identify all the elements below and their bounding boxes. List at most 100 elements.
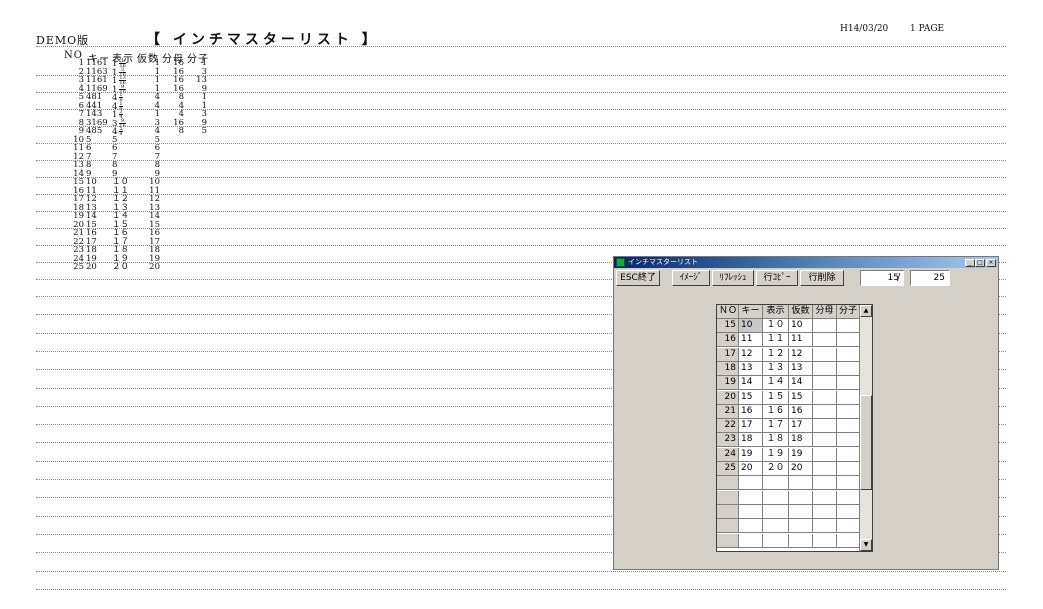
grid-row[interactable] bbox=[717, 476, 860, 491]
grid-row[interactable]: 23 18 １８ 18 bbox=[717, 433, 860, 448]
grid-cell-no[interactable]: 23 bbox=[717, 433, 739, 448]
grid-cell-key[interactable] bbox=[739, 533, 763, 548]
grid-cell-no[interactable]: 20 bbox=[717, 390, 739, 405]
grid-header-display[interactable]: 表示 bbox=[763, 305, 789, 319]
grid-cell-mantissa[interactable]: 18 bbox=[789, 433, 813, 448]
grid-cell-numerator[interactable] bbox=[837, 390, 860, 405]
maximize-icon[interactable]: □ bbox=[975, 259, 985, 267]
grid-cell-display[interactable]: １８ bbox=[763, 433, 789, 448]
grid-cell-no[interactable] bbox=[717, 533, 739, 548]
grid-cell-mantissa[interactable] bbox=[789, 476, 813, 491]
grid-cell-mantissa[interactable] bbox=[789, 533, 813, 548]
grid-header-no[interactable]: ＮＯ bbox=[717, 305, 739, 319]
grid-cell-mantissa[interactable]: 13 bbox=[789, 361, 813, 376]
grid-cell-key[interactable]: 10 bbox=[739, 319, 763, 333]
grid-row[interactable] bbox=[717, 504, 860, 519]
grid-cell-display[interactable]: １２ bbox=[763, 347, 789, 362]
grid-cell-denominator[interactable] bbox=[813, 347, 837, 362]
grid-cell-denominator[interactable] bbox=[813, 390, 837, 405]
grid-row[interactable]: 22 17 １７ 17 bbox=[717, 419, 860, 434]
copy-row-button[interactable]: 行ｺﾋﾟｰ bbox=[756, 270, 798, 286]
grid-cell-denominator[interactable] bbox=[813, 319, 837, 333]
grid-cell-denominator[interactable] bbox=[813, 519, 837, 534]
grid-cell-numerator[interactable] bbox=[837, 376, 860, 391]
grid-row[interactable]: 17 12 １２ 12 bbox=[717, 347, 860, 362]
grid-row[interactable]: 25 20 ２０ 20 bbox=[717, 462, 860, 476]
grid-cell-key[interactable] bbox=[739, 519, 763, 534]
grid-cell-numerator[interactable] bbox=[837, 433, 860, 448]
grid-header-denominator[interactable]: 分母 bbox=[813, 305, 837, 319]
grid-cell-numerator[interactable] bbox=[837, 419, 860, 434]
grid-cell-display[interactable]: １０ bbox=[763, 319, 789, 333]
grid-cell-denominator[interactable] bbox=[813, 376, 837, 391]
grid-cell-key[interactable]: 15 bbox=[739, 390, 763, 405]
grid-cell-display[interactable]: １４ bbox=[763, 376, 789, 391]
grid-cell-denominator[interactable] bbox=[813, 361, 837, 376]
grid-cell-display[interactable] bbox=[763, 476, 789, 491]
grid-cell-key[interactable]: 11 bbox=[739, 333, 763, 348]
grid-cell-mantissa[interactable]: 17 bbox=[789, 419, 813, 434]
grid-cell-denominator[interactable] bbox=[813, 333, 837, 348]
grid-cell-display[interactable]: １７ bbox=[763, 419, 789, 434]
close-icon[interactable]: × bbox=[986, 259, 996, 267]
grid-cell-numerator[interactable] bbox=[837, 476, 860, 491]
grid-cell-no[interactable]: 21 bbox=[717, 404, 739, 419]
grid-cell-key[interactable]: 19 bbox=[739, 447, 763, 462]
grid-cell-no[interactable] bbox=[717, 504, 739, 519]
grid-cell-key[interactable]: 16 bbox=[739, 404, 763, 419]
grid-cell-no[interactable]: 19 bbox=[717, 376, 739, 391]
grid-cell-key[interactable]: 17 bbox=[739, 419, 763, 434]
grid-cell-mantissa[interactable]: 10 bbox=[789, 319, 813, 333]
grid-cell-no[interactable]: 22 bbox=[717, 419, 739, 434]
image-button[interactable]: ｲﾒｰｼﾞ bbox=[672, 270, 710, 286]
grid-cell-mantissa[interactable] bbox=[789, 519, 813, 534]
grid-cell-no[interactable] bbox=[717, 476, 739, 491]
grid-cell-key[interactable] bbox=[739, 476, 763, 491]
grid-cell-denominator[interactable] bbox=[813, 433, 837, 448]
grid-row[interactable]: 24 19 １９ 19 bbox=[717, 447, 860, 462]
grid-cell-key[interactable]: 18 bbox=[739, 433, 763, 448]
grid-row[interactable]: 20 15 １５ 15 bbox=[717, 390, 860, 405]
grid-cell-mantissa[interactable]: 20 bbox=[789, 462, 813, 476]
grid-cell-mantissa[interactable]: 14 bbox=[789, 376, 813, 391]
grid-cell-denominator[interactable] bbox=[813, 533, 837, 548]
grid-cell-denominator[interactable] bbox=[813, 447, 837, 462]
grid-cell-key[interactable]: 14 bbox=[739, 376, 763, 391]
grid-cell-display[interactable]: ２０ bbox=[763, 462, 789, 476]
grid-cell-numerator[interactable] bbox=[837, 490, 860, 505]
grid-cell-display[interactable] bbox=[763, 490, 789, 505]
grid-cell-no[interactable]: 17 bbox=[717, 347, 739, 362]
grid-cell-key[interactable] bbox=[739, 504, 763, 519]
grid-cell-key[interactable] bbox=[739, 490, 763, 505]
grid-cell-key[interactable]: 20 bbox=[739, 462, 763, 476]
grid-cell-mantissa[interactable]: 12 bbox=[789, 347, 813, 362]
grid-cell-numerator[interactable] bbox=[837, 404, 860, 419]
grid-cell-no[interactable] bbox=[717, 519, 739, 534]
grid-row[interactable]: 21 16 １６ 16 bbox=[717, 404, 860, 419]
grid-cell-denominator[interactable] bbox=[813, 419, 837, 434]
grid-cell-no[interactable]: 25 bbox=[717, 462, 739, 476]
grid-row[interactable]: 15 10 １０ 10 bbox=[717, 319, 860, 333]
scroll-down-icon[interactable]: ▼ bbox=[860, 539, 872, 551]
grid-cell-denominator[interactable] bbox=[813, 462, 837, 476]
grid-row[interactable] bbox=[717, 490, 860, 505]
grid-cell-denominator[interactable] bbox=[813, 404, 837, 419]
grid-cell-denominator[interactable] bbox=[813, 504, 837, 519]
scrollbar-thumb[interactable] bbox=[860, 395, 872, 490]
grid-cell-mantissa[interactable] bbox=[789, 490, 813, 505]
grid-cell-display[interactable] bbox=[763, 504, 789, 519]
grid-cell-mantissa[interactable]: 19 bbox=[789, 447, 813, 462]
grid-cell-numerator[interactable] bbox=[837, 519, 860, 534]
grid-cell-display[interactable]: １３ bbox=[763, 361, 789, 376]
grid-row[interactable]: 18 13 １３ 13 bbox=[717, 361, 860, 376]
grid-cell-display[interactable] bbox=[763, 519, 789, 534]
grid-cell-denominator[interactable] bbox=[813, 490, 837, 505]
grid-cell-numerator[interactable] bbox=[837, 319, 860, 333]
grid-cell-no[interactable]: 15 bbox=[717, 319, 739, 333]
grid-cell-numerator[interactable] bbox=[837, 447, 860, 462]
grid-cell-numerator[interactable] bbox=[837, 361, 860, 376]
minimize-icon[interactable]: _ bbox=[965, 259, 975, 267]
grid-cell-display[interactable]: １６ bbox=[763, 404, 789, 419]
grid-cell-numerator[interactable] bbox=[837, 462, 860, 476]
grid-cell-display[interactable]: １９ bbox=[763, 447, 789, 462]
